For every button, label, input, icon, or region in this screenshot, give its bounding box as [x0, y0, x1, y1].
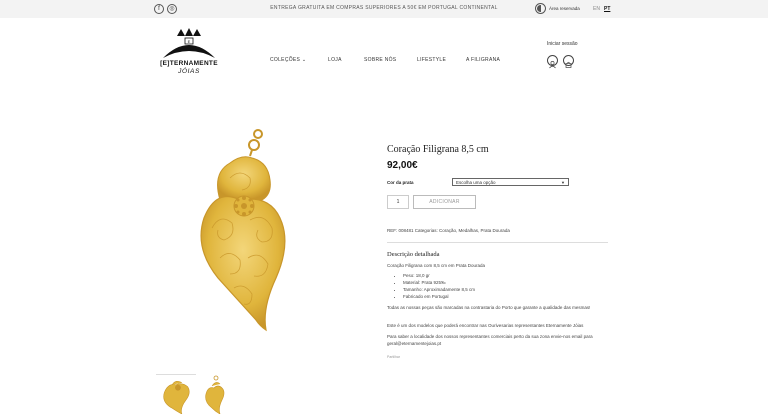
- accessibility-icon[interactable]: [535, 3, 546, 14]
- option-select-value: Escolha uma opção: [456, 180, 496, 185]
- description-paragraph-3: Para saber a localidade dos nossos repre…: [387, 334, 593, 346]
- description-paragraph-1: Todas as nossas peças são marcadas na co…: [387, 305, 591, 310]
- dropdown-arrow-icon: ▼: [561, 180, 565, 185]
- top-bar: f ◎ ENTREGA GRATUITA EM COMPRAS SUPERIOR…: [0, 0, 768, 18]
- user-icon[interactable]: [547, 55, 558, 69]
- promo-banner: ENTREGA GRATUITA EM COMPRAS SUPERIORES A…: [270, 5, 498, 11]
- share-link[interactable]: Partilhar: [387, 355, 400, 359]
- list-item: Tamanho: Aproximadamente 8,5 cm: [403, 286, 475, 293]
- thumbnail-2[interactable]: [196, 374, 236, 414]
- logo-text: [E]TERNAMENTE: [160, 60, 218, 67]
- quantity-input[interactable]: 1: [387, 195, 409, 209]
- description-paragraph-2: Este é um dos modelos que poderá encontr…: [387, 323, 584, 328]
- add-to-cart-button[interactable]: ADICIONAR: [413, 195, 476, 209]
- product-title: Coração Filigrana 8,5 cm: [387, 144, 489, 155]
- logo-subtext: JÓIAS: [178, 68, 200, 75]
- login-link[interactable]: Iniciar sessão: [547, 41, 578, 47]
- nav-colecoes-label: COLEÇÕES: [270, 57, 301, 63]
- list-item: Peso: 18,0 gr: [403, 272, 475, 279]
- option-label: Cor da prata: [387, 180, 414, 185]
- divider: [387, 242, 608, 243]
- nav-lifestyle[interactable]: LIFESTYLE: [417, 57, 446, 63]
- description-bullets: Peso: 18,0 gr Material: Prata 925‰ Taman…: [397, 272, 475, 300]
- reserved-area-link[interactable]: Área reservada: [549, 6, 580, 11]
- list-item: Fabricado em Portugal: [403, 293, 475, 300]
- list-item: Material: Prata 925‰: [403, 279, 475, 286]
- product-meta: REF: 008481 Categorias: Coração, Medalha…: [387, 228, 510, 233]
- option-select[interactable]: Escolha uma opção ▼: [452, 178, 569, 186]
- nav-colecoes[interactable]: COLEÇÕES ⌄: [270, 57, 306, 63]
- description-intro: Coração Filigrana com 8,5 cm em Prata Do…: [387, 263, 486, 268]
- nav-sobre-nos[interactable]: SOBRE NÓS: [364, 57, 396, 63]
- description-title: Descrição detalhada: [387, 251, 440, 258]
- language-en[interactable]: EN: [593, 6, 600, 12]
- svg-text:E: E: [188, 39, 191, 44]
- bag-icon[interactable]: [563, 55, 574, 68]
- chevron-down-icon: ⌄: [301, 57, 307, 63]
- product-image[interactable]: [190, 128, 290, 340]
- nav-loja[interactable]: LOJA: [328, 57, 342, 63]
- thumbnail-1[interactable]: [156, 374, 196, 414]
- nav-filigrana[interactable]: A FILIGRANA: [466, 57, 500, 63]
- product-price: 92,00€: [387, 160, 418, 171]
- language-pt[interactable]: PT: [604, 6, 610, 12]
